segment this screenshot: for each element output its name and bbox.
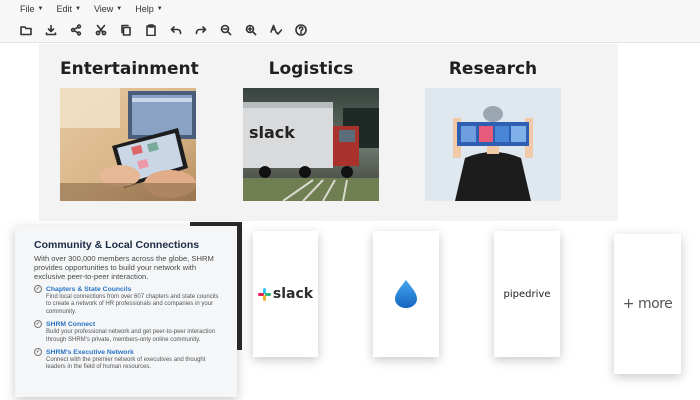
check-circle-icon: ✓ — [34, 320, 42, 329]
menu-edit-label: Edit — [56, 3, 72, 14]
card-intro: With over 300,000 members across the glo… — [34, 254, 214, 281]
category-entertainment[interactable]: Entertainment — [60, 58, 199, 201]
check-circle-icon: ✓ — [34, 285, 42, 293]
caret-down-icon: ▼ — [37, 5, 44, 12]
caret-down-icon: ▼ — [156, 5, 163, 12]
cloud-app-card[interactable] — [373, 231, 439, 357]
menu-file-label: File — [20, 3, 35, 14]
logistics-photo: slack — [243, 88, 379, 201]
copy-icon[interactable] — [117, 21, 135, 39]
undo-icon[interactable] — [167, 21, 185, 39]
check-circle-icon: ✓ — [34, 348, 42, 357]
slack-card[interactable]: slack — [253, 231, 318, 357]
menu-help-label: Help — [135, 3, 154, 14]
list-item: ✓ SHRM's Executive Network Connect with t… — [34, 348, 223, 372]
research-photo — [425, 88, 561, 201]
item-description: Find local connections from over 607 cha… — [46, 294, 219, 315]
item-link[interactable]: Chapters & State Councils — [46, 286, 131, 293]
industries-panel: Entertainment Logistics slack Research — [39, 44, 618, 221]
share-icon[interactable] — [67, 21, 85, 39]
item-link[interactable]: SHRM's Executive Network — [46, 349, 134, 356]
zoom-in-icon[interactable] — [242, 21, 260, 39]
slack-icon — [257, 287, 271, 301]
redo-icon[interactable] — [192, 21, 210, 39]
category-title: Research — [448, 59, 538, 79]
item-description: Build your professional network and get … — [46, 329, 216, 343]
cut-icon[interactable] — [92, 21, 110, 39]
item-description: Connect with the premier network of exec… — [46, 357, 206, 371]
caret-down-icon: ▼ — [116, 5, 123, 12]
more-integrations-card[interactable]: + more — [614, 234, 681, 374]
droplet-logo-icon — [395, 280, 417, 308]
spellcheck-icon[interactable] — [267, 21, 285, 39]
download-icon[interactable] — [42, 21, 60, 39]
more-label: + more — [622, 296, 673, 312]
list-item: ✓ Chapters & State Councils Find local co… — [34, 285, 223, 316]
entertainment-photo — [60, 88, 196, 201]
menu-view-label: View — [93, 3, 114, 14]
category-logistics[interactable]: Logistics slack — [243, 58, 379, 201]
list-item: ✓ SHRM Connect Build your professional ne… — [34, 320, 223, 344]
slack-wordmark: slack — [272, 286, 314, 302]
item-link[interactable]: SHRM Connect — [46, 321, 95, 328]
menu-bar: File ▼ Edit ▼ View ▼ Help ▼ — [0, 0, 700, 17]
toolbar — [0, 17, 700, 43]
menu-edit[interactable]: Edit ▼ — [56, 4, 80, 14]
pipedrive-card[interactable]: pipedrive — [494, 231, 560, 357]
community-card: Community & Local Connections With over … — [15, 226, 237, 397]
category-research[interactable]: Research — [425, 58, 561, 201]
svg-text:slack: slack — [249, 123, 295, 142]
category-title: Logistics — [268, 59, 354, 79]
card-title: Community & Local Connections — [34, 239, 200, 251]
paste-icon[interactable] — [142, 21, 160, 39]
folder-icon[interactable] — [17, 21, 35, 39]
help-icon[interactable] — [292, 21, 310, 39]
menu-help[interactable]: Help ▼ — [135, 4, 162, 14]
caret-down-icon: ▼ — [74, 5, 81, 12]
zoom-out-icon[interactable] — [217, 21, 235, 39]
pipedrive-wordmark: pipedrive — [503, 288, 551, 300]
menu-file[interactable]: File ▼ — [20, 4, 43, 14]
category-title: Entertainment — [60, 59, 199, 79]
menu-view[interactable]: View ▼ — [94, 4, 122, 14]
